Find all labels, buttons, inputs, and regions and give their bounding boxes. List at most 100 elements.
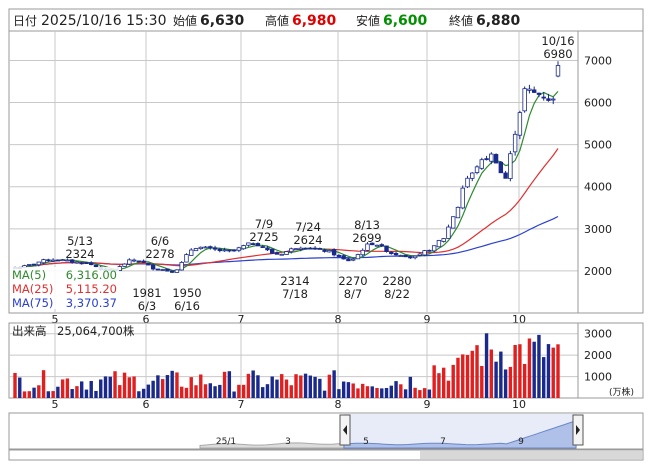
candle-body: [193, 248, 199, 252]
candle-body: [336, 254, 342, 257]
annotation-value: 2280: [382, 274, 411, 288]
volume-bar: [84, 389, 89, 398]
volume-bar: [194, 385, 198, 398]
candle-body: [165, 268, 170, 272]
candle-body: [184, 254, 189, 263]
volume-axis: 1000 2000 3000: [584, 328, 612, 384]
annotation-value: 2725: [249, 230, 278, 244]
candle-body: [46, 259, 51, 262]
candle-body: [451, 216, 456, 229]
candle-body: [422, 250, 427, 256]
price-tick-label: 5000: [584, 139, 612, 152]
candle-body: [270, 248, 275, 254]
candle-body: [312, 247, 318, 250]
volume-bar: [499, 351, 503, 398]
candle-body: [346, 258, 351, 262]
candle-body: [122, 263, 127, 267]
annotation-date: 6/16: [174, 299, 200, 313]
candle-body: [141, 260, 146, 263]
volume-bar: [356, 388, 360, 398]
volume-bar: [518, 344, 522, 398]
volume-bar: [165, 375, 170, 398]
volume-bar: [160, 379, 165, 398]
volume-bar: [146, 384, 151, 398]
candle-body: [227, 249, 232, 252]
volume-value: 25,064,700株: [57, 324, 135, 338]
volume-bar: [151, 380, 155, 398]
volume-bar: [237, 384, 241, 398]
volume-bar: [103, 376, 108, 398]
volume-bar: [265, 384, 270, 398]
candle-body: [179, 262, 184, 271]
volume-bar: [18, 377, 22, 398]
volume-bar: [284, 379, 289, 398]
candle-body: [389, 251, 394, 254]
candle-body: [298, 247, 303, 250]
candle-body: [470, 172, 475, 179]
volume-bar: [361, 383, 365, 398]
candle-body: [527, 88, 532, 91]
volume-bar: [418, 390, 422, 398]
price-tick-label: 6000: [584, 97, 612, 110]
volume-bar: [327, 374, 332, 398]
volume-bar: [79, 381, 84, 398]
navigator-selection[interactable]: [344, 414, 577, 448]
candle-body: [79, 262, 84, 265]
candle-body: [455, 206, 461, 219]
candle-body: [293, 248, 299, 251]
candle-body: [393, 252, 399, 256]
date-label: 日付: [13, 14, 37, 28]
annotation-value: 2624: [293, 233, 322, 247]
volume-bar: [489, 349, 494, 398]
price-tick-label: 2000: [584, 265, 612, 278]
candle-body: [136, 260, 142, 263]
volume-bar: [380, 388, 384, 398]
low-label: 安値: [356, 13, 380, 28]
candle-body: [350, 258, 356, 261]
annotation-date: 8/13: [354, 218, 380, 232]
ma5-label: MA(5): [12, 268, 46, 282]
volume-bar: [222, 371, 227, 398]
candle-body: [360, 249, 365, 256]
candle-body: [551, 98, 556, 101]
volume-x-axis: 5 6 7 8 9 10: [52, 398, 527, 411]
volume-tick-label: 3000: [584, 328, 612, 341]
navigator-scroll-thumb[interactable]: [420, 451, 642, 459]
volume-bar: [451, 364, 455, 398]
candle-body: [198, 246, 203, 250]
annotation-value: 6980: [543, 47, 572, 61]
candle-body: [89, 262, 94, 266]
volume-bar: [218, 384, 222, 398]
volume-x-tick-label: 9: [424, 398, 431, 411]
volume-bar: [170, 370, 174, 398]
volume-bar: [180, 386, 184, 398]
price-tick-label: 7000: [584, 54, 612, 67]
candle-body: [317, 248, 323, 250]
volume-bar: [546, 344, 551, 398]
volume-bar: [532, 341, 536, 398]
candle-body: [93, 264, 99, 268]
candle-body: [536, 92, 542, 95]
volume-x-tick-label: 7: [238, 398, 245, 411]
volume-bar: [413, 387, 417, 398]
candle-body: [512, 133, 518, 153]
volume-bar: [256, 375, 260, 398]
volume-bar: [137, 391, 141, 398]
candle-body: [131, 259, 137, 262]
volume-bar: [13, 372, 17, 398]
volume-bar: [494, 361, 498, 398]
volume-label: 出来高: [12, 324, 47, 338]
volume-x-tick-label: 10: [512, 398, 526, 411]
navigator-label: 25/1: [216, 437, 236, 447]
volume-bar: [370, 386, 374, 398]
volume-bar: [322, 390, 327, 398]
volume-x-tick-label: 8: [335, 398, 342, 411]
annotation-value: 1981: [132, 286, 161, 300]
volume-bar: [94, 390, 98, 398]
annotation-value: 2278: [145, 247, 174, 261]
candle-body: [217, 248, 223, 252]
candle-body: [146, 262, 151, 266]
volume-bar: [41, 370, 46, 398]
candle-body: [555, 65, 561, 77]
candle-body: [484, 158, 489, 161]
